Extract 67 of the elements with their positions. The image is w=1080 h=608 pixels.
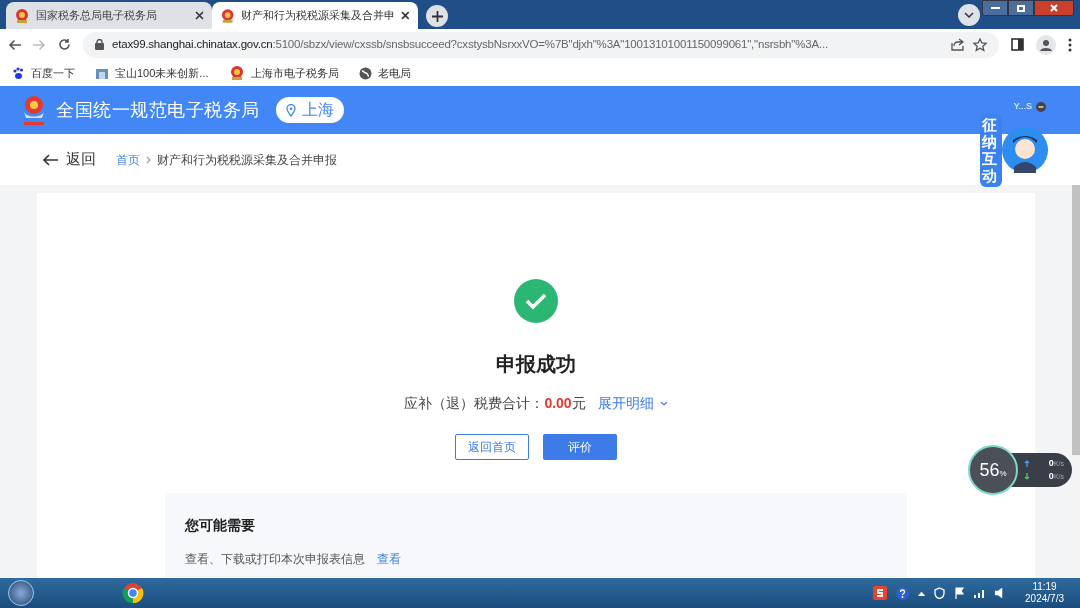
back-button[interactable]: 返回 <box>42 148 96 171</box>
signal-icon[interactable] <box>974 588 987 598</box>
assistant-label[interactable]: 征纳互动 <box>980 113 1002 187</box>
close-window-button[interactable] <box>1034 0 1074 16</box>
chevron-down-icon <box>964 12 974 18</box>
download-icon <box>1024 473 1030 481</box>
emblem-icon <box>14 7 30 24</box>
share-icon[interactable] <box>951 38 965 51</box>
breadcrumb-item: 财产和行为税税源采集及合并申报 <box>157 151 337 169</box>
address-field[interactable]: etax99.shanghai.chinatax.gov.cn:5100/sbzx/view/cxssb/snsbsucceed?cxstysbNsrxxVO=%7B"djxh"%3A"10013101001150099061","nsrsbh"%3A... <box>83 31 999 58</box>
chevron-right-icon <box>146 155 151 164</box>
close-icon <box>1050 4 1058 12</box>
tab-title: 国家税务总局电子税务局 <box>36 7 158 23</box>
building-icon <box>95 66 109 80</box>
total-amount: 应补（退）税费合计：0.00元 <box>404 394 586 413</box>
clock[interactable]: 11:19 2024/7/3 <box>1025 581 1064 605</box>
expand-details-link[interactable]: 展开明细 <box>597 393 668 414</box>
back-arrow-icon <box>42 153 58 166</box>
side-panel-icon[interactable] <box>1011 38 1024 51</box>
success-check-icon <box>514 279 558 323</box>
home-button[interactable]: 返回首页 <box>455 434 529 460</box>
close-icon[interactable] <box>195 11 204 20</box>
browser-taskbar-icon[interactable] <box>122 582 144 604</box>
minus-icon[interactable] <box>1036 101 1046 112</box>
result-title: 申报成功 <box>496 352 576 377</box>
site-title: 全国统一规范电子税务局 <box>56 98 260 122</box>
close-icon[interactable] <box>401 11 410 20</box>
emblem-icon <box>228 65 245 81</box>
plus-icon <box>431 10 443 22</box>
tab-search-button[interactable] <box>958 4 980 26</box>
region-button[interactable]: 上海 <box>275 97 344 123</box>
suggestion-title: 您可能需要 <box>185 516 256 535</box>
shield-icon[interactable] <box>934 587 946 599</box>
browser-tab[interactable]: 财产和行为税税源采集及合并申 <box>212 2 418 29</box>
mascot-avatar[interactable] <box>1002 127 1048 173</box>
profile-icon[interactable] <box>1036 34 1056 55</box>
reload-icon[interactable] <box>58 38 71 51</box>
start-button[interactable] <box>8 580 34 606</box>
input-method-icon[interactable] <box>873 586 888 600</box>
emblem-icon <box>220 7 236 24</box>
bookmark[interactable]: 老电局 <box>358 64 411 82</box>
tab-title: 财产和行为税税源采集及合并申 <box>241 7 396 23</box>
upload-icon <box>1024 459 1030 467</box>
restore-button[interactable] <box>1008 0 1034 16</box>
back-icon[interactable] <box>8 38 21 51</box>
caret-up-icon[interactable] <box>918 590 926 596</box>
paw-icon <box>12 66 25 80</box>
menu-icon[interactable] <box>1068 37 1072 52</box>
lock-icon <box>95 39 104 50</box>
new-tab-button[interactable] <box>426 5 448 27</box>
location-pin-icon <box>285 103 296 117</box>
bookmark[interactable]: 宝山100未来创新... <box>95 64 209 82</box>
minimize-button[interactable] <box>982 0 1008 16</box>
browser-tab[interactable]: 国家税务总局电子税务局 <box>6 2 212 29</box>
bookmark[interactable]: 上海市电子税务局 <box>228 64 339 82</box>
flag-icon[interactable] <box>954 587 966 599</box>
breadcrumb-item[interactable]: 首页 <box>116 150 140 169</box>
volume-icon[interactable] <box>995 588 1006 598</box>
chevron-down-icon <box>659 401 668 406</box>
help-icon[interactable] <box>896 586 910 600</box>
url-text: etax99.shanghai.chinatax.gov.cn:5100/sbzx/view/cxssb/snsbsucceed?cxstysbNsrxxVO=%7B"djxh"%3A"10013101001150099061","nsrsbh"%3A... <box>112 36 829 52</box>
rate-button[interactable]: 评价 <box>543 434 617 460</box>
suggestion-text: 查看、下载或打印本次申报表信息 <box>185 551 365 568</box>
bookmark[interactable]: 百度一下 <box>12 64 75 82</box>
user-name: Y...S <box>1013 100 1032 113</box>
view-link[interactable]: 查看 <box>377 550 401 568</box>
star-icon[interactable] <box>973 37 987 52</box>
